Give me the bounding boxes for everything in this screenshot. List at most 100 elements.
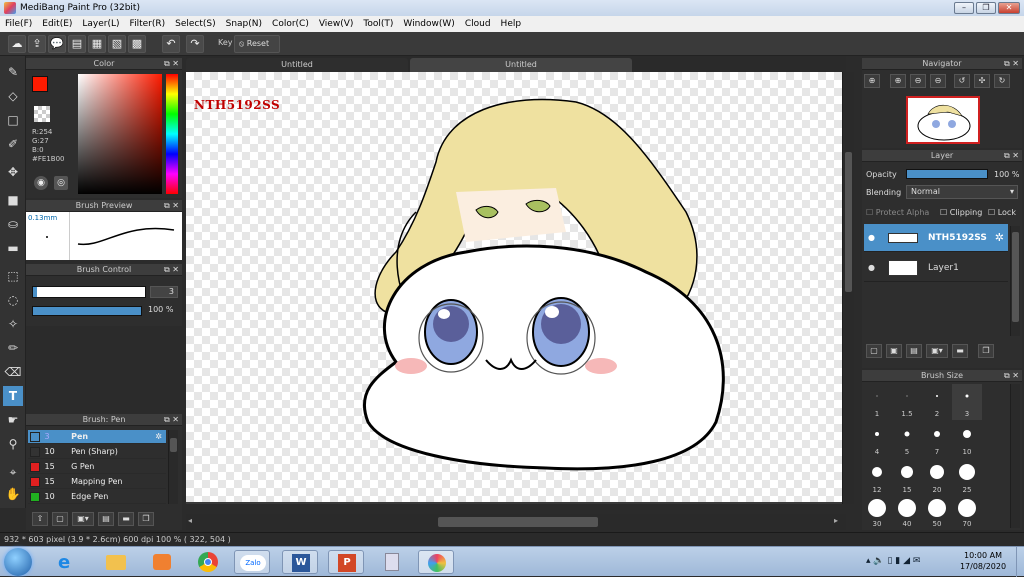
menu-view[interactable]: View(V) (314, 16, 359, 32)
brush-size-4[interactable]: 4 (862, 422, 892, 458)
lock-checkbox[interactable]: ☐ Lock (988, 208, 1016, 217)
close-icon[interactable]: ⧉ ✕ (1004, 370, 1019, 382)
tab-untitled-1[interactable]: Untitled (186, 58, 408, 72)
clock[interactable]: 10:00 AM 17/08/2020 (952, 550, 1014, 572)
word-icon[interactable]: W (282, 550, 318, 574)
brush-size-1-5[interactable]: 1.5 (892, 384, 922, 420)
layer-opacity-slider[interactable] (906, 169, 988, 179)
layer-item-nth5192ss[interactable]: ● NTH5192SS ✲ (864, 224, 1008, 252)
zoom-in-alt-icon[interactable]: ⊕ (890, 74, 906, 88)
layer-copy-icon[interactable]: ❐ (978, 344, 994, 358)
brush-opacity-slider[interactable] (32, 306, 142, 316)
brush-size-70[interactable]: 70 (952, 496, 982, 530)
scroll-right-icon[interactable]: ▸ (834, 516, 838, 525)
menu-select[interactable]: Select(S) (170, 16, 221, 32)
brush-copy-icon[interactable]: ❐ (138, 512, 154, 526)
maximize-button[interactable]: ❐ (976, 2, 996, 14)
brush-folder-icon[interactable]: ▬ (118, 512, 134, 526)
system-tray-icons[interactable]: ▴ 🔈 ▯ ▮ ◢ ✉ (866, 556, 920, 566)
brush-list-scrollbar[interactable] (168, 430, 178, 504)
close-icon[interactable]: ⧉ ✕ (164, 200, 179, 212)
hue-slider[interactable] (166, 74, 178, 194)
brush-size-slider[interactable] (32, 286, 146, 298)
undo-icon[interactable]: ↶ (162, 35, 180, 53)
reset-button[interactable]: ⦸ Reset (234, 35, 280, 53)
close-icon[interactable]: ⧉ ✕ (164, 264, 179, 276)
settings-gear-icon[interactable]: ✲ (155, 430, 162, 444)
brush-item-mapping-pen[interactable]: 15 Mapping Pen (28, 475, 166, 489)
brush-size-value[interactable]: 3 (150, 286, 178, 298)
brush-size-7[interactable]: 7 (922, 422, 952, 458)
internet-explorer-icon[interactable]: e (50, 550, 86, 574)
text-tool-icon[interactable]: T (3, 386, 23, 406)
brush-size-2[interactable]: 2 (922, 384, 952, 420)
rotate-right-icon[interactable]: ↻ (994, 74, 1010, 88)
brush-size-40[interactable]: 40 (892, 496, 922, 530)
menu-layer[interactable]: Layer(L) (77, 16, 124, 32)
add-brush-icon[interactable]: ⇧ (32, 512, 48, 526)
brush-item-pen[interactable]: 3 Pen ✲ (28, 430, 166, 444)
zoom-out-icon[interactable]: ⊖ (910, 74, 926, 88)
hand-tool-icon[interactable]: ✋ (3, 484, 23, 504)
minimize-button[interactable]: – (954, 2, 974, 14)
brush-size-5[interactable]: 5 (892, 422, 922, 458)
menu-filter[interactable]: Filter(R) (125, 16, 171, 32)
new-layer-alt-icon[interactable]: ▣ (886, 344, 902, 358)
rotate-left-icon[interactable]: ↺ (954, 74, 970, 88)
color-history-icon[interactable]: ◎ (54, 176, 68, 190)
drawing-canvas[interactable]: NTH5192SS (186, 72, 842, 502)
brush-size-3[interactable]: 3 (952, 384, 982, 420)
operation-tool-icon[interactable]: ☛ (3, 410, 23, 430)
comment-icon[interactable]: 💬 (48, 35, 66, 53)
brush-item-g-pen[interactable]: 15 G Pen (28, 460, 166, 474)
start-button-icon[interactable] (4, 548, 32, 576)
close-icon[interactable]: ⧉ ✕ (1004, 150, 1019, 162)
zalo-icon[interactable]: Zalo (234, 550, 270, 574)
close-icon[interactable]: ⧉ ✕ (1004, 58, 1019, 70)
cloud-icon[interactable]: ☁ (8, 35, 26, 53)
redo-icon[interactable]: ↷ (186, 35, 204, 53)
settings-gear-icon[interactable]: ✲ (995, 224, 1004, 252)
new-brush-icon[interactable]: ▢ (52, 512, 68, 526)
gradient-tool-icon[interactable]: ▬ (3, 238, 23, 258)
select-pen-icon[interactable]: ✏ (3, 338, 23, 358)
eyedropper-tool-icon[interactable]: ⚲ (3, 434, 23, 454)
scroll-left-icon[interactable]: ◂ (188, 516, 192, 525)
file-explorer-icon[interactable] (98, 550, 134, 574)
menu-file[interactable]: File(F) (0, 16, 37, 32)
move-tool-icon[interactable]: ✥ (3, 162, 23, 182)
select-tool-icon[interactable]: ⬚ (3, 266, 23, 286)
canvas-horizontal-scrollbar[interactable]: ◂ ▸ (186, 514, 846, 530)
menu-edit[interactable]: Edit(E) (37, 16, 77, 32)
palette-icon[interactable]: ◉ (34, 176, 48, 190)
menu-cloud[interactable]: Cloud (460, 16, 496, 32)
rect-tool-icon[interactable]: □ (3, 110, 23, 130)
document-icon[interactable]: ▦ (88, 35, 106, 53)
layer-file-icon[interactable]: ▤ (906, 344, 922, 358)
close-icon[interactable]: ⧉ ✕ (164, 414, 179, 426)
menu-color[interactable]: Color(C) (267, 16, 314, 32)
zoom-out-alt-icon[interactable]: ⊖ (930, 74, 946, 88)
brush-file-icon[interactable]: ▤ (98, 512, 114, 526)
magic-wand-icon[interactable]: ✧ (3, 314, 23, 334)
medibang-icon[interactable] (418, 550, 454, 574)
tab-untitled-2[interactable]: Untitled (410, 58, 632, 72)
layer-folder-icon[interactable]: ▬ (952, 344, 968, 358)
brush-size-1[interactable]: 1 (862, 384, 892, 420)
brush-size-scrollbar[interactable] (1010, 384, 1020, 528)
brush-item-pen-sharp[interactable]: 10 Pen (Sharp) (28, 445, 166, 459)
transparent-color-swatch[interactable] (34, 106, 50, 122)
layer-list-scrollbar[interactable] (1010, 226, 1020, 336)
navigator-preview[interactable] (906, 96, 980, 144)
menu-snap[interactable]: Snap(N) (221, 16, 267, 32)
tiles-icon[interactable]: ▩ (128, 35, 146, 53)
primary-color-swatch[interactable] (32, 76, 48, 92)
brush-size-25[interactable]: 25 (952, 460, 982, 496)
calculator-icon[interactable] (374, 550, 410, 574)
eraser-tool-icon[interactable]: ◇ (3, 86, 23, 106)
brush-size-15[interactable]: 15 (892, 460, 922, 496)
show-desktop-button[interactable] (1016, 547, 1024, 577)
clipping-checkbox[interactable]: ☐ Clipping (940, 208, 982, 217)
close-button[interactable]: ✕ (998, 2, 1020, 14)
dropper-tool-icon[interactable]: ⌖ (3, 462, 23, 482)
